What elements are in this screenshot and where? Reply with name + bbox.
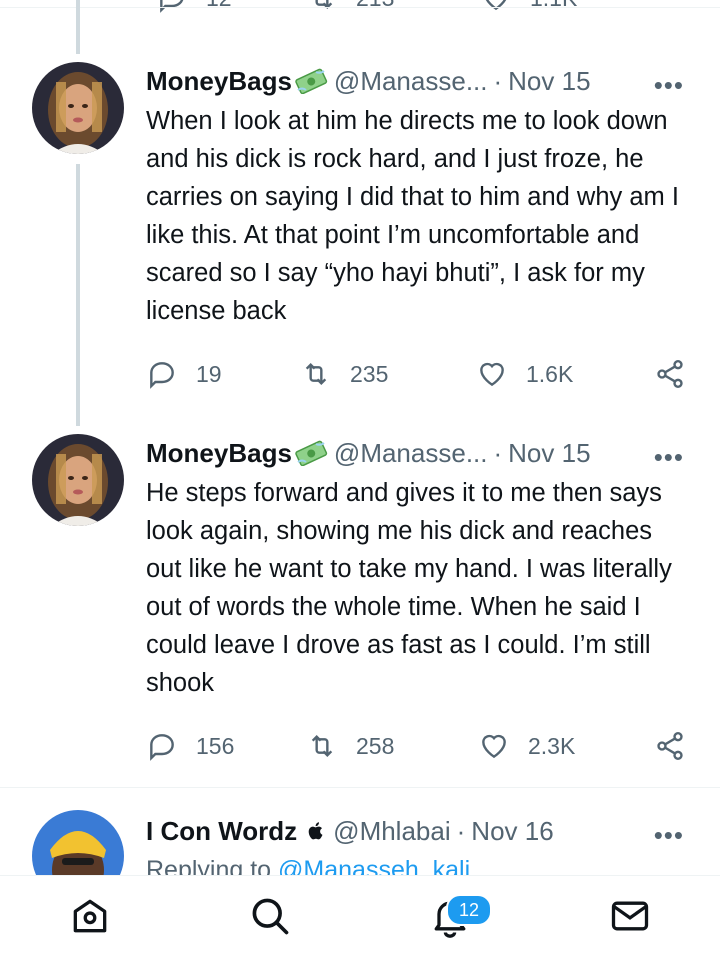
share-icon [657, 732, 683, 760]
like-icon [480, 362, 504, 387]
reply-icon [150, 362, 174, 389]
retweet-count: 213 [356, 0, 394, 12]
display-name[interactable]: MoneyBags [146, 438, 292, 469]
avatar-image [32, 434, 124, 526]
user-handle[interactable]: @Mhlabai [333, 816, 450, 847]
display-name[interactable]: I Con Wordz [146, 816, 297, 847]
avatar[interactable] [32, 434, 124, 526]
like-button[interactable]: 1.6K [476, 358, 573, 390]
separator: · [493, 437, 503, 468]
retweet-button[interactable]: 235 [300, 358, 388, 390]
retweet-icon [311, 734, 333, 758]
tweet-actions: 19 235 1.6K [146, 358, 691, 394]
timeline: 12 213 1.1K MoneyBags [0, 0, 720, 875]
messages-icon [611, 901, 649, 931]
nav-home[interactable] [50, 876, 130, 956]
retweet-icon [305, 362, 327, 386]
tweet-date[interactable]: Nov 15 [508, 438, 590, 469]
notifications-badge: 12 [446, 894, 492, 926]
avatar[interactable] [32, 62, 124, 154]
more-icon[interactable]: ••• [654, 70, 684, 101]
thread-line [76, 164, 80, 426]
like-count: 2.3K [528, 732, 576, 759]
share-button[interactable] [654, 358, 704, 390]
reply-count: 12 [206, 0, 232, 12]
avatar-image [32, 810, 124, 875]
retweet-count: 235 [350, 360, 389, 387]
tweet-date[interactable]: Nov 15 [508, 66, 590, 97]
retweet-count: 258 [356, 732, 395, 759]
user-handle[interactable]: @Manasse... [334, 66, 488, 97]
retweet-button[interactable]: 258 [306, 730, 394, 762]
tweet-text: When I look at him he directs me to look… [146, 107, 679, 325]
tweet-header: I Con Wordz @Mhlabai · Nov 16 [146, 814, 554, 848]
divider [0, 787, 720, 788]
more-icon[interactable]: ••• [654, 442, 684, 473]
replying-to-handle[interactable]: @Manasseh_kali [278, 856, 470, 875]
avatar[interactable] [32, 810, 124, 875]
tweet-header: MoneyBags @Manasse... · Nov 15 [146, 64, 591, 98]
tweet-text: He steps forward and gives it to me then… [146, 479, 672, 697]
reply-count: 19 [196, 360, 222, 387]
user-handle[interactable]: @Manasse... [334, 438, 488, 469]
search-icon [252, 898, 289, 935]
avatar-image [32, 62, 124, 154]
bottom-nav: 12 [0, 875, 720, 956]
more-icon[interactable]: ••• [654, 820, 684, 851]
apple-icon [308, 822, 323, 840]
money-emoji-icon [295, 68, 328, 94]
divider [0, 7, 720, 8]
reply-button[interactable]: 19 [146, 358, 222, 390]
tweet-header: MoneyBags @Manasse... · Nov 15 [146, 436, 591, 470]
share-icon [657, 360, 683, 388]
share-button[interactable] [654, 730, 704, 762]
like-button[interactable]: 2.3K [478, 730, 575, 762]
nav-notifications[interactable]: 12 [410, 876, 492, 956]
separator: · [456, 815, 466, 846]
nav-messages[interactable] [590, 876, 670, 956]
previous-tweet-actions: 12 213 1.1K [146, 0, 691, 18]
separator: · [493, 65, 503, 96]
reply-button[interactable]: 156 [146, 730, 234, 762]
nav-search[interactable] [230, 876, 310, 956]
reply-icon [150, 734, 174, 761]
like-count: 1.6K [526, 360, 574, 387]
reply-count: 156 [196, 732, 235, 759]
replying-to-label: Replying to [146, 856, 272, 875]
tweet-date[interactable]: Nov 16 [471, 816, 553, 847]
thread-line [76, 0, 80, 54]
display-name[interactable]: MoneyBags [146, 66, 292, 97]
like-icon [482, 734, 506, 759]
tweet-actions: 156 258 2.3K [146, 730, 691, 766]
like-count: 1.1K [530, 0, 577, 12]
replying-to: Replying to @Manasseh_kali [146, 856, 470, 875]
money-emoji-icon [295, 440, 328, 466]
home-icon [73, 899, 107, 933]
